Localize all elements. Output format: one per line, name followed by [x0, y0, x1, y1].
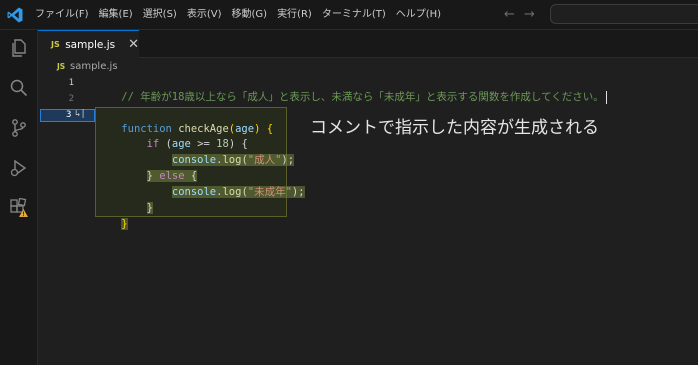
method: log	[222, 186, 242, 198]
line-number: 1	[68, 78, 74, 88]
text-cursor	[605, 90, 607, 104]
comment-text: // 年齢が18歳以上なら「成人」と表示し、未満なら「未成年」と表示する関数を作…	[121, 91, 604, 103]
menu-file[interactable]: ファイル(F)	[30, 0, 94, 30]
method: log	[222, 154, 242, 166]
breadcrumb: JS sample.js	[38, 58, 118, 75]
javascript-file-icon: JS	[57, 62, 66, 71]
run-debug-icon[interactable]	[9, 158, 29, 178]
paren: ) {	[254, 123, 274, 135]
vscode-logo-icon[interactable]	[6, 6, 24, 24]
back-arrow-icon[interactable]: ←	[504, 7, 515, 22]
brace: }	[121, 218, 128, 230]
accept-suggestion-icon: ↳|	[75, 109, 86, 119]
javascript-file-icon: JS	[51, 40, 60, 49]
menu-bar: ファイル(F) 編集(E) 選択(S) 表示(V) 移動(G) 実行(R) ター…	[30, 0, 446, 30]
paren: );	[281, 154, 295, 166]
command-center-search[interactable]	[550, 4, 698, 24]
tab-bar: JS sample.js ✕	[38, 30, 698, 58]
inline-suggestion-indicator[interactable]: 3 ↳|	[40, 109, 95, 122]
activity-bar	[0, 30, 38, 365]
menu-selection[interactable]: 選択(S)	[138, 0, 182, 30]
tab-label: sample.js	[65, 38, 116, 51]
tab-sample-js[interactable]: JS sample.js ✕	[38, 30, 139, 58]
string: "成人"	[247, 154, 282, 166]
paren: );	[291, 186, 305, 198]
object: console	[171, 186, 217, 198]
breadcrumb-file[interactable]: sample.js	[70, 61, 118, 72]
menu-go[interactable]: 移動(G)	[227, 0, 273, 30]
brace: }	[146, 202, 153, 214]
explorer-icon[interactable]	[9, 38, 29, 58]
menu-terminal[interactable]: ターミナル(T)	[317, 0, 391, 30]
source-control-icon[interactable]	[9, 118, 29, 138]
search-icon[interactable]	[9, 78, 29, 98]
close-icon[interactable]: ✕	[128, 38, 139, 51]
menu-run[interactable]: 実行(R)	[272, 0, 317, 30]
menu-view[interactable]: 表示(V)	[182, 0, 227, 30]
forward-arrow-icon[interactable]: →	[524, 7, 535, 22]
line-number: 3	[66, 110, 72, 120]
annotation-caption: コメントで指示した内容が生成される	[310, 118, 599, 138]
line-number: 2	[68, 94, 74, 104]
code-line-9: }	[96, 202, 128, 247]
string: "未成年"	[247, 186, 292, 198]
menu-help[interactable]: ヘルプ(H)	[391, 0, 446, 30]
extensions-icon[interactable]	[9, 198, 29, 218]
title-bar: ファイル(F) 編集(E) 選択(S) 表示(V) 移動(G) 実行(R) ター…	[0, 0, 698, 30]
menu-edit[interactable]: 編集(E)	[94, 0, 138, 30]
